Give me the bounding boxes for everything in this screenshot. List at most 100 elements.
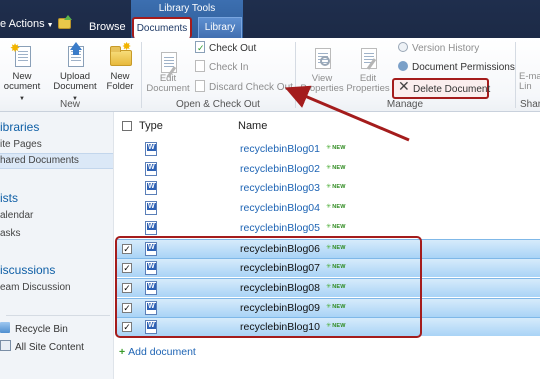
table-row[interactable]: recyclebinBlog04 NEW — [116, 199, 540, 218]
edit-document-label-2: Document — [146, 83, 190, 94]
add-document-link[interactable]: + Add document — [119, 346, 196, 358]
left-navigation: ibraries ite Pages hared Documents ists … — [0, 112, 114, 379]
new-badge: NEW — [326, 203, 346, 212]
new-badge: NEW — [326, 144, 346, 153]
document-name-link[interactable]: recyclebinBlog05 — [240, 222, 320, 234]
ribbon-group-open-checkout: Edit Document ✓ Check Out Check In Discar… — [142, 38, 294, 112]
tab-browse[interactable]: Browse — [89, 21, 126, 33]
new-document-button[interactable]: ✸ New ocument ▼ — [2, 42, 42, 104]
group-label-share: Shar — [520, 99, 540, 110]
nav-heading-libraries[interactable]: ibraries — [0, 120, 39, 134]
permissions-icon — [397, 60, 409, 72]
view-properties-icon — [310, 44, 334, 72]
version-history-button[interactable]: Version History — [397, 41, 479, 57]
column-header-name[interactable]: Name — [238, 120, 267, 132]
check-in-label: Check In — [209, 62, 249, 73]
table-row[interactable]: recyclebinBlog05 NEW — [116, 219, 540, 238]
column-header-type[interactable]: Type — [139, 120, 163, 132]
new-document-label-2: ocument — [3, 81, 41, 92]
document-name-link[interactable]: recyclebinBlog03 — [240, 182, 320, 194]
view-properties-label-2: Properties — [300, 83, 344, 94]
check-out-button[interactable]: ✓ Check Out — [194, 41, 256, 57]
delete-document-label: Delete Document — [413, 84, 491, 95]
word-document-icon[interactable] — [145, 181, 157, 196]
nav-all-site-content[interactable]: All Site Content — [0, 340, 84, 353]
table-row[interactable]: recyclebinBlog03 NEW — [116, 179, 540, 198]
check-in-icon — [194, 60, 206, 72]
word-document-icon[interactable] — [145, 220, 157, 235]
email-link-label-2: Lin — [519, 81, 532, 92]
navigate-up-icon[interactable] — [58, 15, 72, 29]
document-name-link[interactable]: recyclebinBlog01 — [240, 143, 320, 155]
nav-recycle-bin[interactable]: Recycle Bin — [0, 322, 68, 335]
new-badge: NEW — [326, 164, 346, 173]
nav-item-team-discussion[interactable]: eam Discussion — [0, 282, 71, 293]
check-out-label: Check Out — [209, 43, 257, 54]
nav-item-site-pages[interactable]: ite Pages — [0, 139, 42, 150]
ribbon: ✸ New ocument ▼ Upload Document ▼ ✸ New … — [0, 38, 540, 112]
add-document-label: Add document — [128, 346, 196, 358]
folder-icon: ✸ — [108, 42, 132, 70]
nav-divider — [6, 315, 110, 316]
group-label-manage: Manage — [386, 99, 424, 110]
top-bar: e Actions ▼ Browse Library Tools Document… — [0, 0, 540, 38]
site-actions-label: e Actions — [0, 18, 45, 30]
upload-icon — [63, 42, 87, 70]
word-document-icon[interactable] — [145, 161, 157, 176]
group-label-new: New — [59, 99, 80, 110]
word-document-icon[interactable] — [145, 142, 157, 156]
edit-document-icon — [156, 52, 180, 78]
library-tools-label: Library Tools — [158, 3, 216, 14]
selection-highlight-box — [115, 236, 422, 338]
new-badge: NEW — [326, 223, 346, 232]
document-permissions-button[interactable]: Document Permissions — [397, 60, 515, 76]
word-document-icon[interactable] — [145, 201, 157, 216]
ribbon-group-new: ✸ New ocument ▼ Upload Document ▼ ✸ New … — [0, 38, 140, 112]
delete-document-inner: ✕ Delete Document — [398, 78, 491, 98]
all-site-content-label: All Site Content — [15, 342, 84, 353]
upload-label-2: Document — [53, 81, 97, 92]
select-all-checkbox[interactable] — [122, 121, 132, 131]
discard-check-out-icon — [194, 80, 206, 92]
edit-properties-icon — [356, 44, 380, 72]
recycle-bin-icon — [0, 322, 12, 334]
tab-documents[interactable]: Documents — [132, 17, 192, 38]
email-link-button[interactable]: E-ma Lin — [519, 72, 540, 92]
recycle-bin-label: Recycle Bin — [15, 324, 68, 335]
nav-heading-discussions[interactable]: iscussions — [0, 263, 55, 277]
all-site-content-icon — [0, 340, 12, 352]
table-row[interactable]: recyclebinBlog01 NEW — [116, 140, 540, 159]
upload-document-button[interactable]: Upload Document ▼ — [50, 42, 100, 104]
edit-properties-label-2: Properties — [346, 83, 390, 94]
document-name-link[interactable]: recyclebinBlog02 — [240, 163, 320, 175]
table-row[interactable]: recyclebinBlog02 NEW — [116, 160, 540, 179]
nav-item-tasks[interactable]: asks — [0, 228, 21, 239]
plus-icon: + — [119, 346, 126, 358]
edit-properties-button[interactable]: Edit Properties — [346, 44, 390, 94]
new-badge: NEW — [326, 183, 346, 192]
new-folder-button[interactable]: ✸ New Folder — [103, 42, 137, 92]
nav-item-calendar[interactable]: alendar — [0, 210, 33, 221]
version-history-icon — [397, 41, 409, 53]
ribbon-group-manage: View Properties Edit Properties Version … — [296, 38, 515, 112]
view-properties-button[interactable]: View Properties — [300, 44, 344, 94]
delete-x-icon: ✕ — [398, 78, 410, 94]
edit-document-button[interactable]: Edit Document — [144, 52, 192, 94]
new-document-icon: ✸ — [10, 42, 34, 70]
chevron-down-icon: ▼ — [46, 22, 54, 29]
nav-item-shared-documents[interactable]: hared Documents — [0, 153, 113, 169]
check-in-button[interactable]: Check In — [194, 60, 248, 76]
new-folder-label-2: Folder — [106, 81, 134, 92]
site-actions-menu[interactable]: e Actions ▼ — [0, 18, 54, 30]
group-label-open-checkout: Open & Check Out — [176, 99, 260, 110]
discard-check-out-button[interactable]: Discard Check Out — [194, 80, 293, 96]
delete-document-button[interactable]: ✕ Delete Document — [392, 78, 491, 99]
discard-check-out-label: Discard Check Out — [209, 82, 293, 93]
tab-library[interactable]: Library — [198, 17, 242, 38]
nav-heading-lists[interactable]: ists — [0, 191, 18, 205]
version-history-label: Version History — [412, 43, 480, 54]
check-out-icon: ✓ — [195, 41, 205, 53]
ribbon-group-share: E-ma Lin Shar — [516, 38, 540, 112]
document-permissions-label: Document Permissions — [412, 62, 515, 73]
document-name-link[interactable]: recyclebinBlog04 — [240, 202, 320, 214]
